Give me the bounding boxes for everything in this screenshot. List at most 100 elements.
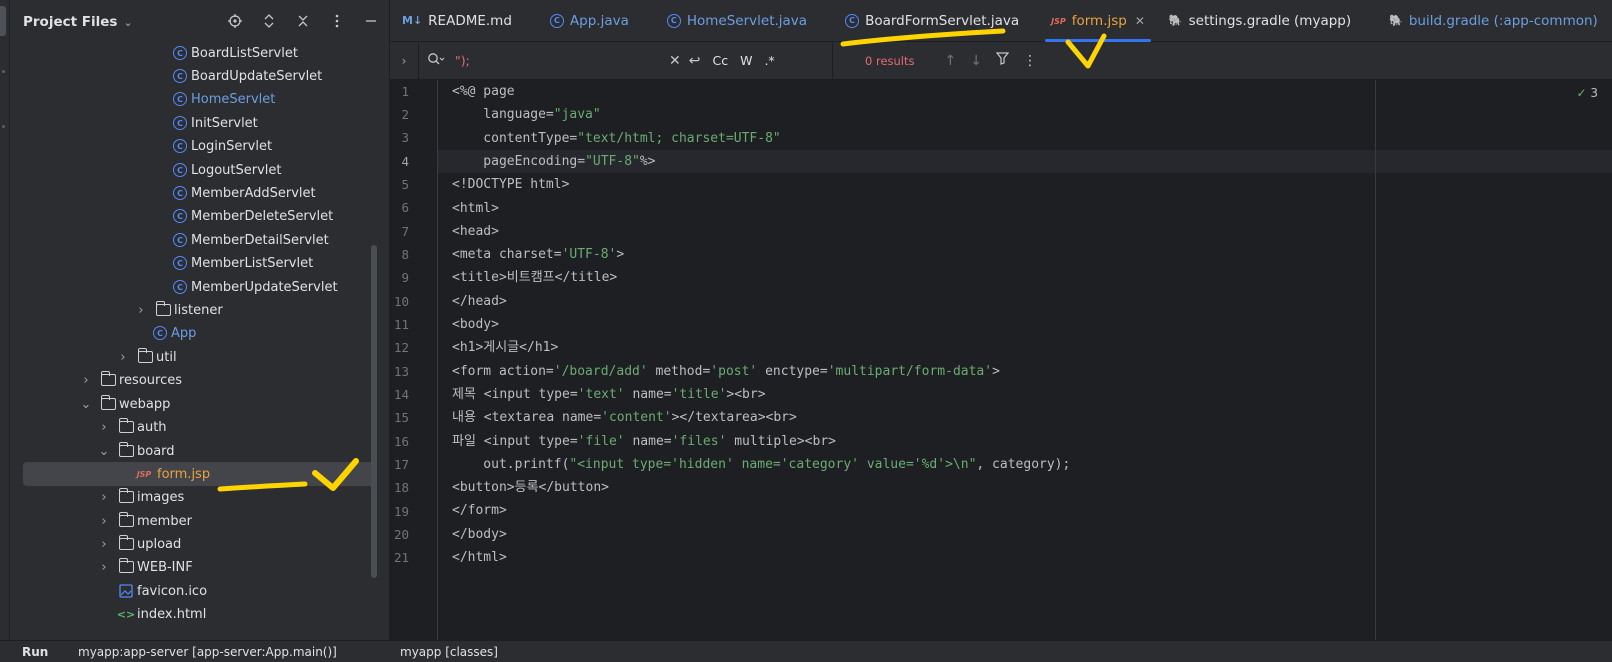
tree-item[interactable]: C MemberDetailServlet (10, 228, 389, 252)
tree-item[interactable]: C BoardUpdateServlet (10, 64, 389, 88)
chevron-right-icon[interactable]: › (80, 373, 92, 388)
tree-item[interactable]: ⌄ webapp (10, 392, 389, 416)
tree-item[interactable]: › upload (10, 532, 389, 556)
project-title[interactable]: Project Files (23, 14, 117, 30)
code-line[interactable]: </html> (452, 546, 507, 569)
arrow-down-icon[interactable]: ↓ (970, 53, 982, 69)
arrow-up-icon[interactable]: ↑ (945, 53, 957, 69)
hide-panel-icon[interactable] (363, 13, 379, 29)
tree-item[interactable]: › auth (10, 415, 389, 439)
code-line[interactable]: <head> (452, 220, 499, 243)
tree-item[interactable]: › member (10, 509, 389, 533)
locate-icon[interactable] (227, 13, 243, 29)
tab-readme[interactable]: M↓ README.md (390, 0, 524, 42)
tree-item[interactable]: › images (10, 485, 389, 509)
search-icon[interactable] (427, 52, 445, 70)
code-line[interactable]: <meta charset='UTF-8'> (452, 243, 624, 266)
tree-item[interactable]: <> index.html (10, 602, 389, 626)
tab-build-gradle[interactable]: 🐘 build.gradle (:app-common) (1377, 0, 1610, 42)
line-number: 13 (393, 364, 409, 379)
code-line[interactable]: 내용 <textarea name='content'></textarea><… (452, 406, 797, 429)
code-token: name= (624, 434, 672, 449)
tree-item[interactable]: ⌄ board (10, 439, 389, 463)
tree-item[interactable]: C App (10, 321, 389, 345)
expand-replace-icon[interactable]: › (390, 54, 418, 68)
code-line[interactable]: <%@ page (452, 80, 515, 103)
code-line[interactable]: language="java" (452, 103, 600, 126)
tab-homeservlet[interactable]: C HomeServlet.java (655, 0, 819, 42)
chevron-right-icon[interactable]: › (98, 560, 110, 575)
chevron-right-icon[interactable]: › (98, 537, 110, 552)
chevron-right-icon[interactable]: › (117, 350, 129, 365)
collapse-all-icon[interactable] (295, 13, 311, 29)
tab-form-jsp[interactable]: JSP form.jsp ✕ (1039, 0, 1157, 42)
tree-item-label: images (137, 489, 185, 505)
tree-item[interactable]: C HomeServlet (10, 87, 389, 111)
close-icon[interactable]: ✕ (1135, 14, 1145, 28)
code-line[interactable]: 파일 <input type='file' name='files' multi… (452, 430, 836, 453)
line-gutter[interactable]: 1 2 3 4 5 6 7 8 9 10 11 12 13 14 15 16 1… (390, 80, 438, 640)
match-case-toggle[interactable]: Cc (712, 53, 728, 68)
code-line[interactable]: out.printf("<input type='hidden' name='c… (452, 453, 1070, 476)
code-line[interactable]: <body> (452, 313, 499, 336)
tab-settings-gradle[interactable]: 🐘 settings.gradle (myapp) (1157, 0, 1363, 42)
code-line[interactable]: </body> (452, 523, 507, 546)
tab-boardformservlet[interactable]: C BoardFormServlet.java (833, 0, 1031, 42)
code-line[interactable]: <h1>게시글</h1> (452, 336, 558, 359)
code-line[interactable]: pageEncoding="UTF-8"%> (452, 150, 655, 173)
chevron-right-icon[interactable]: › (98, 490, 110, 505)
tree-item[interactable]: C BoardListServlet (10, 41, 389, 65)
code-line[interactable]: contentType="text/html; charset=UTF-8" (452, 127, 780, 150)
new-line-icon[interactable]: ↩ (689, 53, 701, 69)
tree-item[interactable]: C MemberUpdateServlet (10, 275, 389, 299)
tree-item-selected[interactable]: JSP form.jsp (23, 462, 375, 486)
search-input[interactable] (455, 53, 665, 68)
chevron-right-icon[interactable]: › (98, 420, 110, 435)
code-line[interactable]: <title>비트캠프</title> (452, 266, 617, 289)
tree-item[interactable]: › resources (10, 368, 389, 392)
run-config-tab-2[interactable]: myapp [classes] (400, 645, 498, 659)
chevron-down-icon[interactable]: ⌄ (98, 444, 110, 459)
code-line[interactable]: </form> (452, 499, 507, 522)
tree-item[interactable]: C MemberAddServlet (10, 181, 389, 205)
code-token: out.printf( (452, 457, 570, 472)
tree-item[interactable]: favicon.ico (10, 579, 389, 603)
tree-item[interactable]: C LoginServlet (10, 134, 389, 158)
clear-icon[interactable]: ✕ (669, 53, 681, 69)
code-token: <h1>게시글</h1> (452, 340, 559, 355)
code-token: <title>비트캠프</title> (452, 270, 618, 285)
string-token: 'text' (577, 387, 625, 402)
chevron-down-icon[interactable]: ⌄ (123, 16, 132, 29)
tree-item-label: board (137, 443, 175, 459)
code-line[interactable]: <button>등록</button> (452, 476, 609, 499)
regex-toggle[interactable]: .* (764, 53, 774, 68)
folder-icon (118, 512, 134, 529)
filter-icon[interactable] (995, 52, 1010, 69)
code-line[interactable]: 제목 <input type='text' name='title'><br> (452, 383, 766, 406)
tree-item[interactable]: › WEB-INF (10, 555, 389, 579)
tree-item[interactable]: C InitServlet (10, 111, 389, 135)
chevron-right-icon[interactable]: › (98, 514, 110, 529)
tab-app-java[interactable]: C App.java (538, 0, 641, 42)
tree-item[interactable]: C MemberListServlet (10, 251, 389, 275)
code-line[interactable]: <!DOCTYPE html> (452, 173, 569, 196)
tree-item-label: LoginServlet (191, 138, 273, 154)
tree-item[interactable]: › util (10, 345, 389, 369)
tree-item[interactable]: › listener (10, 298, 389, 322)
whole-words-toggle[interactable]: W (740, 53, 752, 68)
chevron-down-icon[interactable]: ⌄ (80, 397, 92, 412)
run-config-tab[interactable]: myapp:app-server [app-server:App.main()] (78, 645, 337, 659)
code-editor[interactable]: 1 2 3 4 5 6 7 8 9 10 11 12 13 14 15 16 1… (390, 80, 1612, 640)
code-line[interactable]: </head> (452, 290, 507, 313)
chevron-right-icon[interactable]: › (135, 303, 147, 318)
run-tab-label[interactable]: Run (22, 645, 48, 659)
code-token: name= (624, 387, 672, 402)
code-line[interactable]: <form action='/board/add' method='post' … (452, 360, 1000, 383)
more-options-icon[interactable] (329, 13, 345, 29)
tree-item[interactable]: C LogoutServlet (10, 158, 389, 182)
inspection-widget[interactable]: ✓ 3 (1576, 86, 1598, 100)
code-line[interactable]: <html> (452, 197, 499, 220)
expand-all-icon[interactable] (261, 13, 277, 29)
more-options-icon[interactable]: ⋮ (1023, 53, 1037, 69)
tree-item[interactable]: C MemberDeleteServlet (10, 204, 389, 228)
